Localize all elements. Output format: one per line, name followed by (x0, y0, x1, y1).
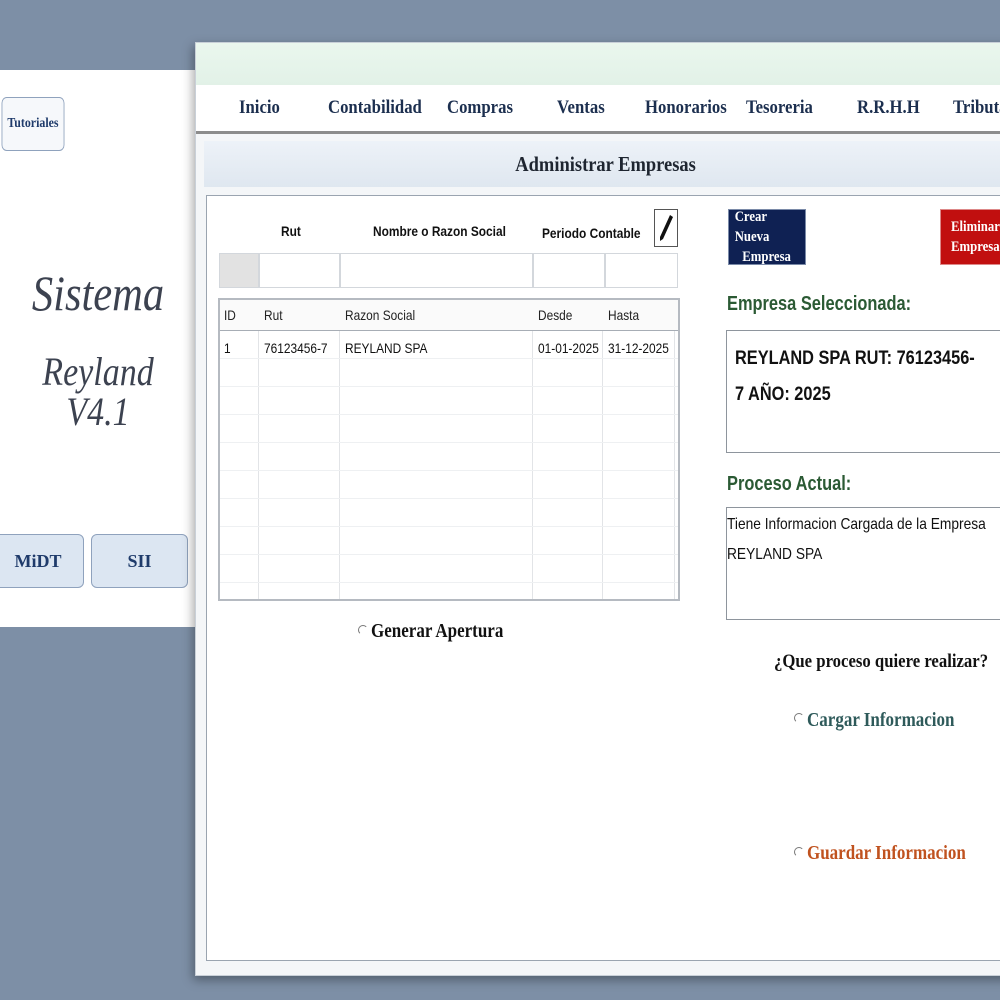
selected-company-label: Empresa Seleccionada: (727, 293, 912, 315)
create-company-button[interactable]: Crear Nueva Empresa (728, 209, 806, 265)
menu-compras[interactable]: Compras (447, 97, 513, 119)
row-rut: 76123456-7 (264, 340, 328, 356)
save-info-label[interactable]: Guardar Informacion (807, 842, 966, 865)
menu-inicio[interactable]: Inicio (239, 97, 280, 119)
menu-contabilidad[interactable]: Contabilidad (328, 97, 422, 119)
admin-window: Inicio Contabilidad Compras Ventas Honor… (195, 42, 1000, 976)
delete-company-line2: Empresa (951, 239, 1000, 255)
menu-rrhh[interactable]: R.R.H.H (857, 97, 920, 119)
page-title: Administrar Empresas (515, 151, 697, 176)
filter-name-label: Nombre o Razon Social (373, 223, 506, 239)
create-company-line2: Empresa (742, 249, 792, 266)
col-rut[interactable]: Rut (264, 307, 283, 323)
menu-tesoreria[interactable]: Tesoreria (746, 97, 813, 119)
generate-opening-radio[interactable] (358, 625, 368, 635)
system-title: Sistema (31, 265, 165, 321)
delete-company-line1: Eliminar (951, 218, 1000, 235)
load-info-label[interactable]: Cargar Informacion (807, 709, 954, 732)
current-process-box: Tiene Informacion Cargada de la Empresa … (726, 507, 1000, 620)
selected-company-box: REYLAND SPA RUT: 76123456-7 AÑO: 2025 (726, 330, 1000, 453)
filter-rut-label: Rut (281, 223, 301, 239)
list-header: ID Rut Razon Social Desde Hasta (220, 300, 678, 331)
pencil-icon (660, 215, 673, 241)
save-info-radio[interactable] (794, 847, 804, 857)
create-company-line1: Crear Nueva (734, 208, 770, 245)
row-desde: 01-01-2025 (538, 340, 599, 356)
page-header: Administrar Empresas (204, 141, 1000, 187)
filter-from-input[interactable] (533, 253, 605, 288)
row-razon-social: REYLAND SPA (345, 340, 428, 356)
filter-rut-input[interactable] (259, 253, 340, 288)
col-razon-social[interactable]: Razon Social (345, 307, 415, 323)
menu-bar: Inicio Contabilidad Compras Ventas Honor… (196, 85, 1000, 134)
filter-name-input[interactable] (340, 253, 533, 288)
menu-ventas[interactable]: Ventas (557, 97, 605, 119)
menu-tributario[interactable]: Tributa (953, 97, 1000, 119)
process-question: ¿Que proceso quiere realizar? (774, 651, 989, 672)
edit-button[interactable] (654, 209, 678, 247)
company-list[interactable]: ID Rut Razon Social Desde Hasta 1 761234… (218, 298, 680, 601)
midt-button[interactable]: MiDT (0, 534, 84, 588)
filter-period-label: Periodo Contable (542, 225, 641, 241)
system-version: Reyland V4.1 (42, 349, 154, 434)
generate-opening-label[interactable]: Generar Apertura (371, 620, 503, 643)
row-hasta: 31-12-2025 (608, 340, 669, 356)
sii-button[interactable]: SII (91, 534, 188, 588)
row-id: 1 (224, 340, 231, 356)
filter-id-cell (219, 253, 259, 288)
load-info-radio[interactable] (794, 713, 804, 723)
window-titlebar (196, 43, 1000, 85)
menu-honorarios[interactable]: Honorarios (645, 97, 727, 119)
delete-company-button[interactable]: Eliminar Empresa (940, 209, 1000, 265)
current-process-value: Tiene Informacion Cargada de la Empresa … (727, 516, 986, 563)
col-id[interactable]: ID (224, 307, 236, 323)
tutorials-button[interactable]: Tutoriales (1, 97, 65, 151)
col-hasta[interactable]: Hasta (608, 307, 639, 323)
selected-company-value: REYLAND SPA RUT: 76123456-7 AÑO: 2025 (735, 348, 975, 405)
col-desde[interactable]: Desde (538, 307, 572, 323)
current-process-label: Proceso Actual: (727, 473, 852, 495)
filter-to-input[interactable] (605, 253, 678, 288)
